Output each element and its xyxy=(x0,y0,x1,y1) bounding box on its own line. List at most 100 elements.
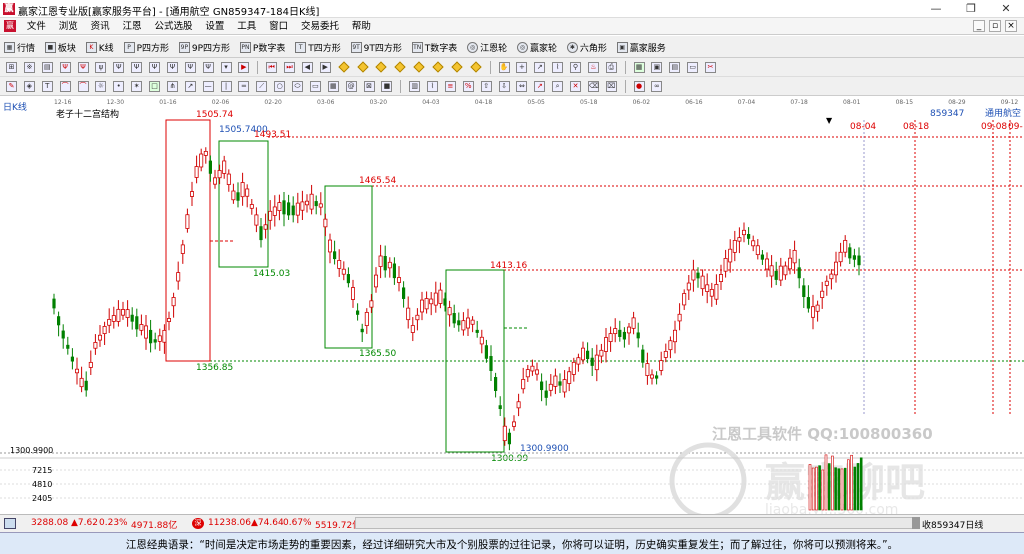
circle-icon[interactable]: ○ xyxy=(274,81,286,92)
nav-9p-square-button[interactable]: 9P 9P四方形 xyxy=(178,36,230,57)
zigzag-icon[interactable]: ⌇ xyxy=(552,62,564,73)
pin-icon[interactable]: ⚲ xyxy=(570,62,581,73)
vline-icon[interactable]: | xyxy=(220,81,232,92)
dot-icon[interactable]: • xyxy=(113,81,125,92)
menu-settings[interactable]: 设置 xyxy=(200,18,229,34)
menu-trade[interactable]: 交易委托 xyxy=(296,18,344,34)
menu-info[interactable]: 资讯 xyxy=(86,18,115,34)
eraser-icon[interactable]: ⌧ xyxy=(605,81,617,92)
sun-icon[interactable]: ☼ xyxy=(95,81,107,92)
text-icon[interactable]: T xyxy=(41,81,53,92)
nav-9t-square-button[interactable]: 9T 9T四方形 xyxy=(350,36,402,57)
trend-icon[interactable]: ↗ xyxy=(534,81,546,92)
mdi-restore-button[interactable]: ▫ xyxy=(989,20,1001,32)
line-chart-icon[interactable]: ⌇ xyxy=(427,81,438,92)
horizontal-scrollbar[interactable] xyxy=(355,517,915,529)
line-icon[interactable]: ↗ xyxy=(534,62,546,73)
fork-icon-5[interactable]: Ψ xyxy=(149,62,160,73)
minimize-button[interactable]: — xyxy=(920,0,952,17)
report-icon[interactable]: ▤ xyxy=(669,62,681,73)
gann-box-icon[interactable]: ⊠ xyxy=(363,81,375,92)
chart-menu-arrow-icon[interactable]: ▼ xyxy=(826,116,833,125)
maximize-button[interactable]: ❐ xyxy=(955,0,987,17)
crosshair-icon[interactable]: + xyxy=(516,62,528,73)
save-icon[interactable]: ▣ xyxy=(651,62,663,73)
calendar-icon[interactable]: ▤ xyxy=(41,62,53,73)
menu-formula[interactable]: 公式选股 xyxy=(149,18,197,34)
nav-hexagon-button[interactable]: ✱ 六角形 xyxy=(566,36,607,57)
ellipse-icon[interactable]: ⬭ xyxy=(292,81,303,92)
infinity-icon[interactable]: ∞ xyxy=(651,81,663,92)
delete-icon[interactable]: ⌫ xyxy=(587,81,599,92)
menu-browse[interactable]: 浏览 xyxy=(54,18,83,34)
bars-icon[interactable]: ▥ xyxy=(409,81,421,92)
fork-icon-4[interactable]: Ψ xyxy=(131,62,143,73)
trident-icon[interactable]: ψ xyxy=(95,62,107,73)
nav-kline-button[interactable]: K K线 xyxy=(85,36,114,57)
cross-icon[interactable]: ✕ xyxy=(570,81,581,92)
measure-icon[interactable]: ⇔ xyxy=(516,81,528,92)
close-button[interactable]: ✕ xyxy=(990,0,1022,17)
fork-icon-6[interactable]: Ψ xyxy=(166,62,178,73)
kline-chart[interactable]: 12-16 12-30 01-16 02-06 02-20 03-06 03-20 04-03… xyxy=(0,96,1024,514)
mdi-close-button[interactable]: × xyxy=(1005,20,1017,32)
scrollbar-thumb[interactable] xyxy=(912,517,920,529)
diamond-icon-8[interactable] xyxy=(470,61,482,73)
grid-tool-icon[interactable]: ▦ xyxy=(327,81,339,92)
zoom-icon[interactable]: ⌕ xyxy=(552,81,564,92)
color-icon[interactable]: ● xyxy=(633,81,645,92)
nav-winner-wheel-button[interactable]: ◎ 赢家轮 xyxy=(516,36,557,57)
nav-p-table-button[interactable]: PN P数字表 xyxy=(239,36,285,57)
tools-icon[interactable]: ✂ xyxy=(705,62,716,73)
arrow-up-icon[interactable]: ⇧ xyxy=(480,81,492,92)
hline-icon[interactable]: — xyxy=(202,81,214,92)
menu-gann[interactable]: 江恩 xyxy=(118,18,147,34)
hand-icon[interactable]: ✋ xyxy=(498,62,510,73)
filter-icon[interactable]: ※ xyxy=(23,62,35,73)
dropdown-icon[interactable]: ▾ xyxy=(220,62,232,73)
arc-icon-2[interactable]: ⌒ xyxy=(77,81,89,92)
menu-help[interactable]: 帮助 xyxy=(347,18,376,34)
stamp-icon[interactable]: ◈ xyxy=(23,81,35,92)
diamond-icon-4[interactable] xyxy=(394,61,406,73)
rect-icon[interactable]: ▭ xyxy=(309,81,321,92)
fan-icon[interactable]: ⟋ xyxy=(256,81,268,92)
flag-icon[interactable]: ▶ xyxy=(238,62,250,73)
calc-icon[interactable]: ▦ xyxy=(633,62,645,73)
star-icon[interactable]: ✶ xyxy=(131,81,143,92)
nav-t-square-button[interactable]: T T四方形 xyxy=(295,36,341,57)
fork-icon-7[interactable]: Ψ xyxy=(184,62,196,73)
last-bar-icon[interactable]: ⏭ xyxy=(284,62,295,73)
mdi-app-icon[interactable]: 赢 xyxy=(4,20,16,32)
nav-p-square-button[interactable]: P P四方形 xyxy=(123,36,169,57)
mdi-minimize-button[interactable]: _ xyxy=(973,20,985,32)
window-icon[interactable]: ▭ xyxy=(687,62,699,73)
menu-window[interactable]: 窗口 xyxy=(264,18,293,34)
nav-t-table-button[interactable]: TN T数字表 xyxy=(411,36,457,57)
diamond-icon-2[interactable] xyxy=(356,61,369,73)
diamond-icon-5[interactable] xyxy=(413,61,425,73)
pitchfork-icon[interactable]: ⋔ xyxy=(166,81,178,92)
diamond-icon-3[interactable] xyxy=(375,61,388,73)
arc-icon[interactable]: ⌒ xyxy=(59,81,71,92)
menu-file[interactable]: 文件 xyxy=(22,18,51,34)
channel-icon[interactable]: ═ xyxy=(238,81,250,92)
prev-icon[interactable]: ◀ xyxy=(301,62,313,73)
cup-icon[interactable]: ♨ xyxy=(587,62,599,73)
nav-board-button[interactable]: ■ 板块 xyxy=(44,36,76,57)
diamond-icon-6[interactable] xyxy=(432,61,444,73)
spiral-icon[interactable]: @ xyxy=(345,81,357,92)
square-icon[interactable]: ■ xyxy=(381,81,393,92)
nav-service-button[interactable]: ▣ 赢家服务 xyxy=(616,36,666,57)
box-icon[interactable]: □ xyxy=(149,81,160,92)
layout-icon[interactable]: ⊞ xyxy=(6,62,17,73)
next-icon[interactable]: ▶ xyxy=(319,62,331,73)
fib-icon[interactable]: ≡ xyxy=(444,81,456,92)
pen-icon[interactable]: ✎ xyxy=(6,81,17,92)
fork-icon-8[interactable]: Ψ xyxy=(202,62,214,73)
fork-icon-3[interactable]: Ψ xyxy=(113,62,125,73)
menu-tools[interactable]: 工具 xyxy=(232,18,261,34)
nav-gann-wheel-button[interactable]: ◎ 江恩轮 xyxy=(467,36,507,57)
nav-quotes-button[interactable]: ▦ 行情 xyxy=(4,36,35,57)
ray-icon[interactable]: ↗ xyxy=(184,81,196,92)
